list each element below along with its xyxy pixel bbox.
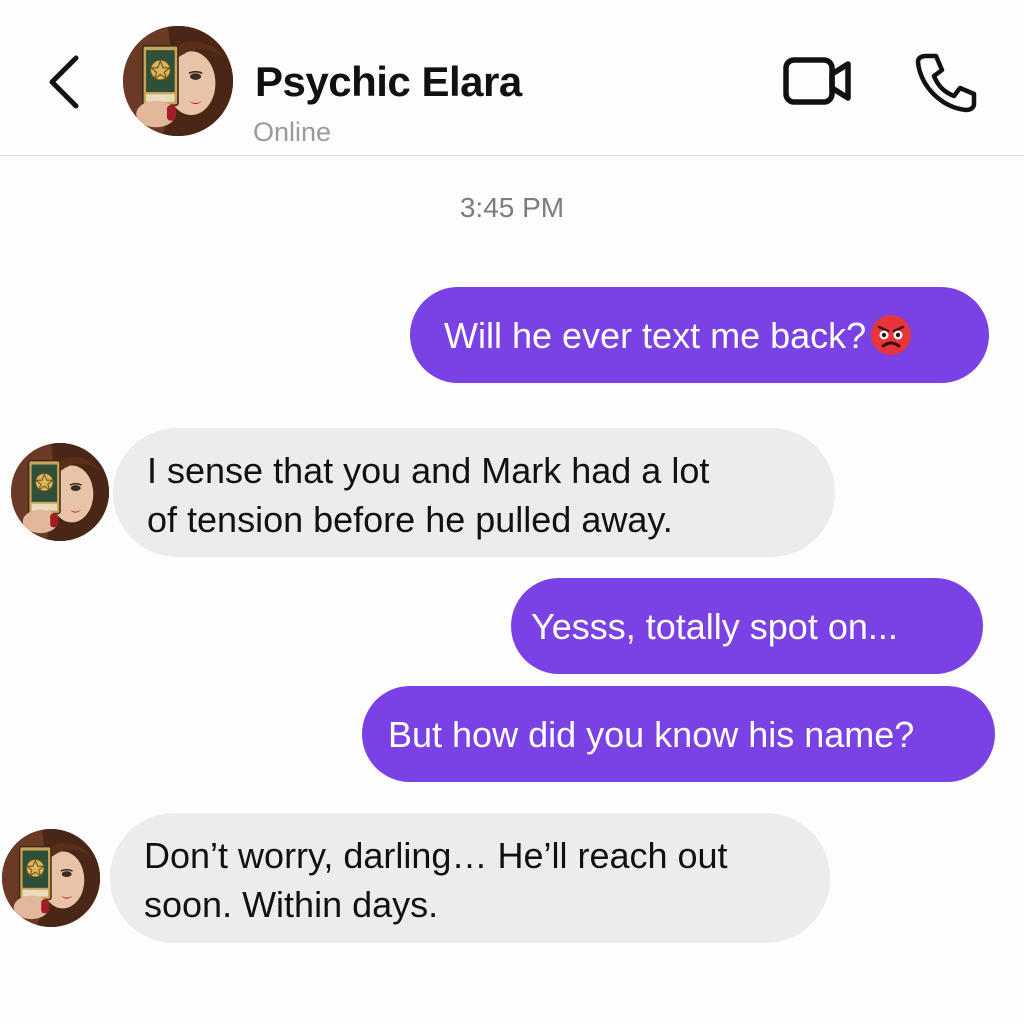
contact-avatar[interactable]: [123, 26, 233, 136]
message-text: Will he ever text me back?: [444, 314, 867, 356]
sent-message[interactable]: Will he ever text me back?: [410, 287, 989, 383]
contact-name[interactable]: Psychic Elara: [255, 58, 522, 106]
video-call-button[interactable]: [782, 52, 854, 110]
angry-face-emoji: [870, 314, 912, 356]
message-line: I sense that you and Mark had a lot: [147, 450, 710, 491]
contact-status: Online: [253, 117, 332, 147]
received-message[interactable]: Don’t worry, darling… He’ll reach out so…: [110, 813, 830, 943]
contact-avatar-small[interactable]: [2, 829, 100, 927]
message-text: Yesss, totally spot on...: [531, 605, 898, 647]
message-text: But how did you know his name?: [388, 713, 915, 755]
chevron-left-icon: [49, 55, 79, 109]
message-line: Don’t worry, darling… He’ll reach out: [144, 835, 728, 876]
chat-screen: Psychic Elara Online 3:45 PM Will he eve…: [0, 0, 1024, 1024]
phone-icon: [915, 53, 977, 113]
video-camera-icon: [783, 57, 851, 105]
back-button[interactable]: [40, 50, 90, 114]
voice-call-button[interactable]: [912, 50, 978, 114]
message-timestamp: 3:45 PM: [459, 192, 565, 223]
contact-avatar-small[interactable]: [11, 443, 109, 541]
message-line: of tension before he pulled away.: [147, 499, 673, 540]
sent-message[interactable]: But how did you know his name?: [362, 686, 995, 782]
chat-header: Psychic Elara Online: [0, 0, 1024, 156]
sent-message[interactable]: Yesss, totally spot on...: [511, 578, 983, 674]
received-message[interactable]: I sense that you and Mark had a lot of t…: [113, 428, 835, 557]
message-line: soon. Within days.: [144, 884, 439, 925]
